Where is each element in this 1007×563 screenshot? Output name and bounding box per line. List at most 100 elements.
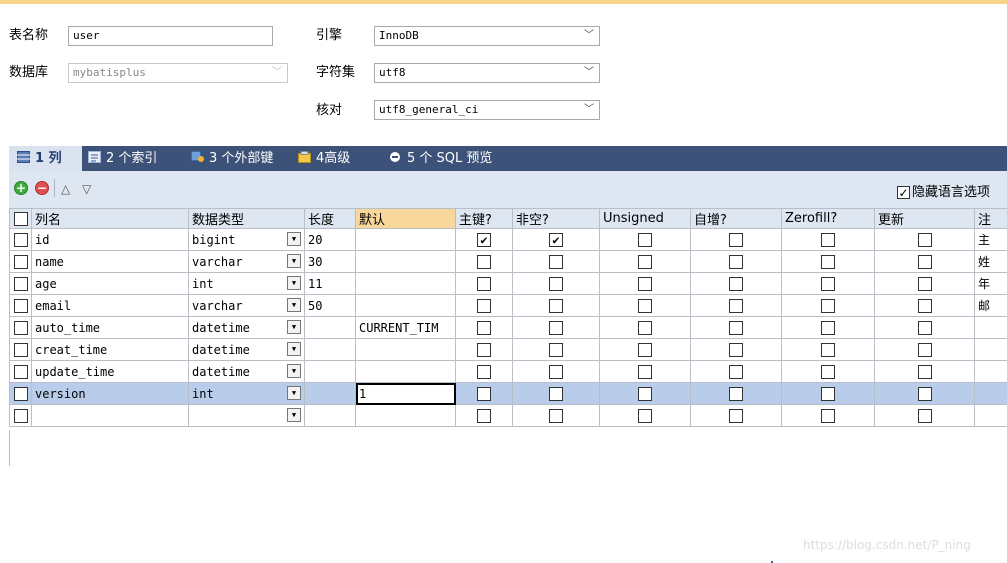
checkbox-icon[interactable] xyxy=(477,364,491,379)
default-cell[interactable] xyxy=(355,338,456,361)
unsigned-checkbox[interactable] xyxy=(599,316,691,339)
comment-cell[interactable]: 姓 xyxy=(974,250,1007,273)
engine-select[interactable]: InnoDB ﹀ xyxy=(374,26,600,46)
checkbox-icon[interactable]: ✔ xyxy=(549,232,563,247)
not-null-checkbox[interactable] xyxy=(512,272,600,295)
checkbox-icon[interactable] xyxy=(729,320,743,335)
row-select-checkbox[interactable] xyxy=(9,382,32,405)
dropdown-arrow-icon[interactable]: ▼ xyxy=(287,364,301,378)
table-row[interactable]: version int ▼ 1 xyxy=(9,382,1007,405)
header-column-name[interactable]: 列名 xyxy=(31,208,189,229)
checkbox-icon[interactable] xyxy=(729,298,743,313)
checkbox-icon[interactable] xyxy=(549,298,563,313)
checkbox-icon[interactable] xyxy=(917,320,932,335)
default-cell[interactable] xyxy=(355,228,456,251)
checkbox-icon[interactable] xyxy=(638,298,652,313)
checkbox-icon[interactable] xyxy=(917,386,932,401)
length-cell[interactable]: 50 xyxy=(304,294,356,317)
checkbox-icon[interactable] xyxy=(13,320,28,335)
comment-cell[interactable] xyxy=(974,316,1007,339)
dropdown-arrow-icon[interactable]: ▼ xyxy=(287,408,301,422)
comment-cell[interactable]: 年 xyxy=(974,272,1007,295)
checkbox-icon[interactable] xyxy=(729,276,743,291)
checkbox-icon[interactable] xyxy=(821,320,835,335)
dropdown-arrow-icon[interactable]: ▼ xyxy=(287,254,301,268)
checkbox-icon[interactable] xyxy=(13,211,28,226)
checkbox-icon[interactable] xyxy=(477,342,491,357)
tab-sql-preview[interactable]: 5 个 SQL 预览 xyxy=(389,146,492,171)
checkbox-icon[interactable]: ✓ xyxy=(897,186,910,199)
checkbox-icon[interactable] xyxy=(821,386,835,401)
primary-key-checkbox[interactable] xyxy=(455,316,513,339)
checkbox-icon[interactable] xyxy=(821,408,835,423)
plus-circle-icon[interactable]: + xyxy=(14,181,28,195)
auto-increment-checkbox[interactable] xyxy=(690,272,782,295)
zerofill-checkbox[interactable] xyxy=(781,316,875,339)
length-cell[interactable] xyxy=(304,338,356,361)
checkbox-icon[interactable] xyxy=(549,276,563,291)
table-row[interactable]: email varchar ▼ 50 邮 xyxy=(9,294,1007,317)
length-cell[interactable]: 11 xyxy=(304,272,356,295)
zerofill-checkbox[interactable] xyxy=(781,360,875,383)
tab-foreign-keys[interactable]: 3 个外部键 xyxy=(191,146,273,171)
auto-increment-checkbox[interactable] xyxy=(690,294,782,317)
checkbox-icon[interactable] xyxy=(477,276,491,291)
primary-key-checkbox[interactable] xyxy=(455,272,513,295)
on-update-checkbox[interactable] xyxy=(874,250,975,273)
not-null-checkbox[interactable] xyxy=(512,360,600,383)
table-row[interactable]: name varchar ▼ 30 姓 xyxy=(9,250,1007,273)
checkbox-icon[interactable] xyxy=(729,364,743,379)
row-select-checkbox[interactable] xyxy=(9,272,32,295)
table-row[interactable]: creat_time datetime ▼ xyxy=(9,338,1007,361)
zerofill-checkbox[interactable] xyxy=(781,382,875,405)
zerofill-checkbox[interactable] xyxy=(781,228,875,251)
on-update-checkbox[interactable] xyxy=(874,360,975,383)
row-select-checkbox[interactable] xyxy=(9,294,32,317)
checkbox-icon[interactable] xyxy=(638,254,652,269)
table-row[interactable]: id bigint ▼ 20 ✔ ✔ 主 xyxy=(9,228,1007,251)
checkbox-icon[interactable] xyxy=(729,254,743,269)
not-null-checkbox[interactable] xyxy=(512,294,600,317)
row-select-checkbox[interactable] xyxy=(9,250,32,273)
charset-select[interactable]: utf8 ﹀ xyxy=(374,63,600,83)
not-null-checkbox[interactable] xyxy=(512,382,600,405)
checkbox-icon[interactable] xyxy=(729,232,743,247)
data-type-cell[interactable]: int ▼ xyxy=(188,382,305,405)
primary-key-checkbox[interactable] xyxy=(455,338,513,361)
header-data-type[interactable]: 数据类型 xyxy=(188,208,305,229)
row-select-checkbox[interactable] xyxy=(9,316,32,339)
dropdown-arrow-icon[interactable]: ▼ xyxy=(287,298,301,312)
data-type-cell[interactable]: varchar ▼ xyxy=(188,250,305,273)
unsigned-checkbox[interactable] xyxy=(599,250,691,273)
data-type-cell[interactable]: datetime ▼ xyxy=(188,338,305,361)
auto-increment-checkbox[interactable] xyxy=(690,228,782,251)
dropdown-arrow-icon[interactable]: ▼ xyxy=(287,232,301,246)
primary-key-checkbox[interactable] xyxy=(455,382,513,405)
not-null-checkbox[interactable] xyxy=(512,316,600,339)
checkbox-icon[interactable] xyxy=(549,364,563,379)
header-default[interactable]: 默认 xyxy=(355,208,456,229)
collation-select[interactable]: utf8_general_ci ﹀ xyxy=(374,100,600,120)
checkbox-icon[interactable] xyxy=(477,408,491,423)
column-name-cell[interactable]: update_time xyxy=(31,360,189,383)
checkbox-icon[interactable] xyxy=(13,254,28,269)
column-name-cell[interactable]: age xyxy=(31,272,189,295)
table-row[interactable]: auto_time datetime ▼ CURRENT_TIM xyxy=(9,316,1007,339)
triangle-up-icon[interactable]: △ xyxy=(61,183,70,195)
length-cell[interactable]: 30 xyxy=(304,250,356,273)
checkbox-icon[interactable] xyxy=(917,408,932,423)
unsigned-checkbox[interactable] xyxy=(599,360,691,383)
auto-increment-checkbox[interactable] xyxy=(690,404,782,427)
header-not-null[interactable]: 非空? xyxy=(512,208,600,229)
auto-increment-checkbox[interactable] xyxy=(690,382,782,405)
length-cell[interactable] xyxy=(304,316,356,339)
checkbox-icon[interactable] xyxy=(821,276,835,291)
checkbox-icon[interactable] xyxy=(13,386,28,401)
auto-increment-checkbox[interactable] xyxy=(690,316,782,339)
default-cell[interactable] xyxy=(355,404,456,427)
checkbox-icon[interactable] xyxy=(821,298,835,313)
column-name-cell[interactable]: id xyxy=(31,228,189,251)
data-type-cell[interactable]: varchar ▼ xyxy=(188,294,305,317)
dropdown-arrow-icon[interactable]: ▼ xyxy=(287,320,301,334)
zerofill-checkbox[interactable] xyxy=(781,250,875,273)
